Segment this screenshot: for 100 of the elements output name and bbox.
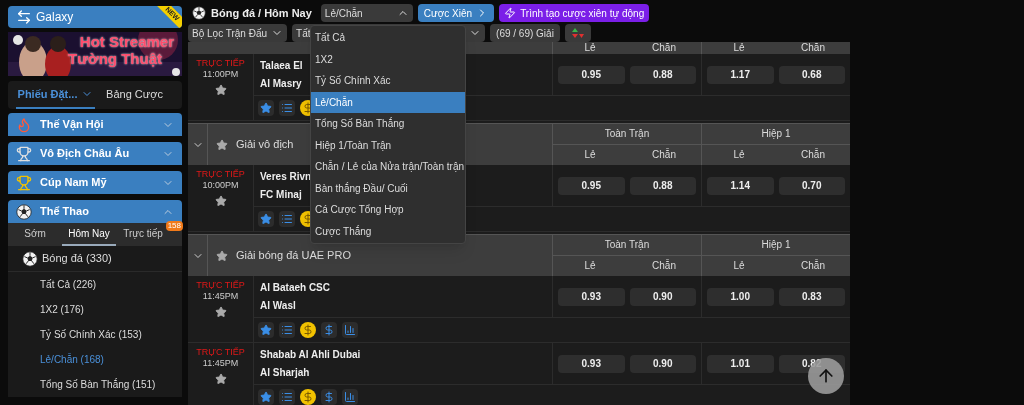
dropdown-option[interactable]: Lẻ/Chẵn [311,91,465,113]
sport-tab[interactable]: Sớm [8,223,62,246]
market-item[interactable]: Lẻ/Chẵn (168) [8,347,182,372]
stats-icon[interactable] [342,322,358,338]
odds-button[interactable]: 0.88 [629,176,696,195]
favorite-icon[interactable] [258,322,274,338]
dropdown-option[interactable]: Tổng Số Bàn Thắng [311,113,465,135]
soccer-ball-icon [22,250,38,267]
away-team: Al Wasl [260,300,296,311]
torch-icon [16,116,32,133]
match-time: 11:45PM [202,291,239,302]
sport-category-header[interactable]: Vô Địch Châu Âu [8,142,182,165]
match-time: 10:00PM [202,180,239,191]
bet-tab[interactable]: Phiếu Đặt... [16,81,95,109]
favorite-icon[interactable] [258,100,274,116]
count-badge: 158 [165,221,183,231]
odds-button[interactable]: 0.95 [558,176,625,195]
live-label: TRỰC TIẾP [196,169,245,180]
coin-icon[interactable] [300,389,316,405]
sport-category-header[interactable]: Thể Thao [8,200,182,223]
period-heading: Toàn Trận [552,235,701,255]
league-name: Giải vô địch [236,137,294,153]
market-item[interactable]: Tổng Số Bàn Thắng (151) [8,372,182,397]
odds-button[interactable]: 0.93 [558,354,625,373]
period-heading: Toàn Trận [552,124,701,144]
market-item[interactable]: Tất Cả (226) [8,272,182,297]
odds-button[interactable]: 1.17 [707,65,774,84]
favorite-icon[interactable] [258,211,274,227]
market-item[interactable]: Tỷ Số Chính Xác (153) [8,322,182,347]
home-team: Talaea El [260,60,303,71]
odds-button[interactable]: 0.83 [778,287,845,306]
dropdown-option[interactable]: Hiệp 1/Toàn Trận [311,134,465,156]
odds-button[interactable]: 0.95 [558,65,625,84]
live-label: TRỰC TIẾP [196,58,245,69]
live-label: TRỰC TIẾP [196,280,245,291]
odds-button[interactable]: 0.88 [629,65,696,84]
away-team: FC Minaj [260,189,302,200]
market-select[interactable]: Lẻ/Chẵn [320,4,413,22]
stats-icon[interactable] [342,389,358,405]
odds-button[interactable]: 0.68 [778,65,845,84]
column-heading: Chẵn [800,258,826,274]
sport-tab[interactable]: Hôm Nay [62,223,116,246]
dropdown-option[interactable]: Chẵn / Lẻ của Nửa trận/Toàn trận [311,156,465,178]
star-icon[interactable] [214,306,227,318]
sport-category-header[interactable]: Cúp Nam Mỹ [8,171,182,194]
period-heading: Hiệp 1 [701,235,850,255]
dollar-icon[interactable] [321,389,337,405]
odds-button[interactable]: 0.90 [629,354,696,373]
page-title: Bóng đá / Hôm Nay [211,5,312,21]
bet-tab[interactable]: Bảng Cược [95,81,174,109]
away-team: Al Masry [260,78,302,89]
league-name: Giải bóng đá UAE PRO [236,248,351,264]
dropdown-option[interactable]: 1X2 [311,48,465,70]
column-heading: Chẵn [651,147,677,163]
coin-icon[interactable] [300,322,316,338]
dropdown-option[interactable]: Tất Cả [311,27,465,49]
dollar-icon[interactable] [321,322,337,338]
star-icon[interactable] [216,138,228,151]
sort-button[interactable] [564,24,591,42]
list-icon[interactable] [279,389,295,405]
list-icon[interactable] [279,322,295,338]
parlay-builder-button[interactable]: Trình tạo cược xiên tự động [499,4,650,22]
trophy-icon [16,174,32,191]
league-count: (69 / 69) Giải [490,24,560,42]
market-item[interactable]: 1X2 (176) [8,297,182,322]
dropdown-option[interactable]: Cá Cược Tổng Hợp [311,199,465,221]
live-label: TRỰC TIẾP [196,347,245,358]
parlay-button[interactable]: Cược Xiên [417,4,495,22]
column-heading: Chẵn [800,147,826,163]
odds-button[interactable]: 1.14 [707,176,774,195]
match-time: 11:00PM [202,69,239,80]
list-icon[interactable] [279,211,295,227]
odds-button[interactable]: 0.93 [558,287,625,306]
odds-button[interactable]: 0.70 [778,176,845,195]
column-heading: Chẵn [651,42,677,54]
odds-button[interactable]: 1.00 [707,287,774,306]
star-icon[interactable] [214,373,227,385]
switch-icon [16,9,32,25]
bolt-icon [504,7,517,19]
period-heading: Hiệp 1 [701,124,850,144]
dropdown-option[interactable]: Cược Thắng [311,220,465,242]
home-team: Veres Rivn [260,171,312,182]
sort-arrows-icon [571,28,584,38]
odds-button[interactable]: 1.01 [707,354,774,373]
sport-category-header[interactable]: Thế Vận Hội [8,113,182,136]
column-heading: Chẵn [651,258,677,274]
away-team: Al Sharjah [260,367,310,378]
sport-item[interactable]: Bóng đá (330) [8,246,182,272]
star-icon[interactable] [214,84,227,96]
filter-dropdown[interactable]: Bộ Lọc Trận Đấu [188,24,288,42]
dropdown-option[interactable]: Bàn thắng Đầu/ Cuối [311,177,465,199]
sport-tab[interactable]: Trực tiếp 158 [116,223,182,246]
favorite-icon[interactable] [258,389,274,405]
banner-title: Hot Streamer [79,34,174,49]
list-icon[interactable] [279,100,295,116]
brand-name: Galaxy [36,9,74,26]
star-icon[interactable] [214,195,227,207]
dropdown-option[interactable]: Tỷ Số Chính Xác [311,70,465,92]
odds-button[interactable]: 0.90 [629,287,696,306]
star-icon[interactable] [216,249,228,262]
